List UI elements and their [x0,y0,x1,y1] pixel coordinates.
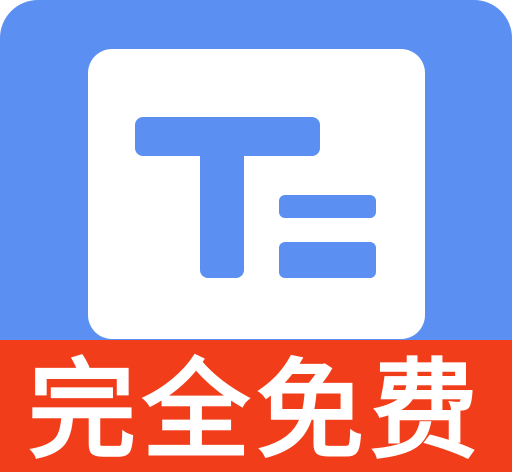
line-bar-bottom [279,242,376,278]
t-lines-logo-icon [135,117,376,278]
app-icon: 完全免费 [0,0,512,472]
line-bar-top [279,195,376,218]
banner-text: 完全免费 [27,349,484,472]
free-banner: 完全免费 [0,340,512,472]
logo-card [88,49,425,339]
t-bar-vertical [200,117,244,278]
